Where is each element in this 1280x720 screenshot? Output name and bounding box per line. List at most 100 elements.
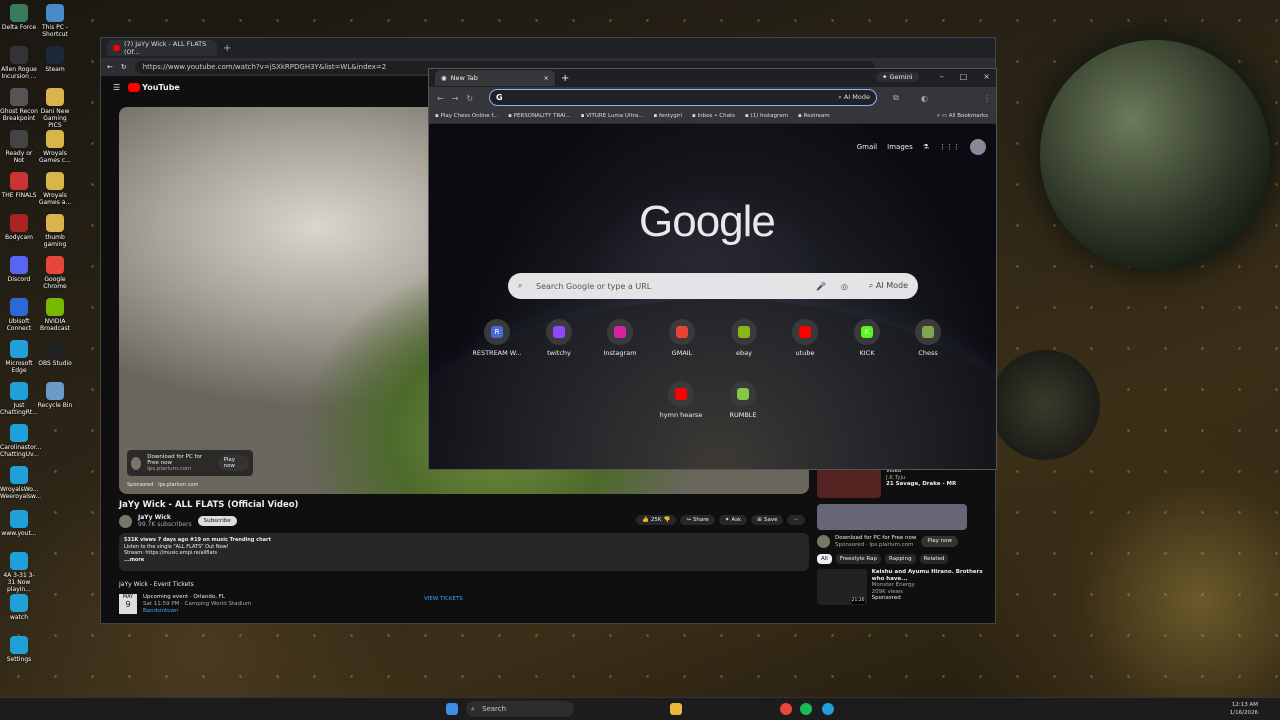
edge-icon[interactable] (822, 703, 834, 715)
search-ai-mode-button[interactable]: ⌕ AI Mode (869, 281, 908, 291)
back-arrow-icon[interactable]: ← (437, 94, 444, 103)
desktop-icon[interactable]: Steam (36, 46, 74, 73)
recommendation-item[interactable]: 21:26 Kaishu and Ayumu Hirano. Brothers … (817, 569, 987, 605)
sidebar-ad[interactable]: Download for PC for Free now Sponsored · … (817, 504, 987, 548)
thumb-down-icon[interactable]: 👎 (663, 517, 670, 523)
shortcut-tile[interactable]: RUMBLE (713, 381, 773, 419)
desktop-icon[interactable]: www.yout... (0, 510, 38, 537)
ask-button[interactable]: ✦ Ask (718, 515, 748, 525)
subscribe-button[interactable]: Subscribe (197, 516, 237, 526)
bookmark-item[interactable]: ▪ (1) Instagram (745, 113, 788, 119)
shortcut-tile[interactable]: twitchy (529, 319, 589, 357)
event-source-link[interactable]: Bandsintown (143, 608, 251, 615)
shortcut-tile[interactable]: utube (775, 319, 835, 357)
desktop-icon[interactable]: WroyalsWo... Weeroyalsw... (0, 466, 41, 500)
chrome-taskbar-icon[interactable] (780, 703, 792, 715)
apps-grid-icon[interactable]: ⋮⋮⋮ (939, 143, 960, 151)
desktop-icon[interactable]: 4A 3-31 3-31 Now playin... (0, 552, 38, 593)
bookmark-item[interactable]: ▪ Inbox • Chats (692, 113, 735, 119)
desktop-icon[interactable]: Settings (0, 636, 38, 663)
filter-chip[interactable]: Related (919, 554, 949, 564)
desktop-icon[interactable]: This PC - Shortcut (36, 4, 74, 38)
extensions-icon[interactable]: ⧉ (893, 93, 899, 103)
google-search-box[interactable]: ⌕ Search Google or type a URL 🎤 ◎ ⌕ AI M… (508, 273, 918, 299)
close-tab-icon[interactable]: × (544, 74, 549, 82)
desktop-icon[interactable]: Recycle Bin (36, 382, 74, 409)
desktop-icon[interactable]: Ubisoft Connect (0, 298, 38, 332)
sidebar-ad-play-button[interactable]: Play now (921, 536, 958, 547)
more-options-button[interactable]: ··· (787, 515, 805, 525)
camera-lens-icon[interactable]: ◎ (841, 282, 848, 291)
desktop-icon[interactable]: Wroyals Games c... (36, 130, 74, 164)
omnibox-ai-mode-button[interactable]: ⌕ AI Mode (838, 93, 870, 102)
reload-icon[interactable]: ↻ (121, 63, 127, 71)
gmail-link[interactable]: Gmail (857, 143, 877, 151)
file-explorer-icon[interactable] (670, 703, 682, 715)
desktop-icon[interactable]: OBS Studio (36, 340, 74, 367)
youtube-logo-icon[interactable] (128, 82, 141, 92)
microphone-icon[interactable]: 🎤 (816, 282, 826, 291)
minimize-icon[interactable]: – (940, 72, 944, 81)
kebab-menu-icon[interactable]: ⋮ (983, 94, 991, 103)
filter-chip[interactable]: Rapping (885, 554, 916, 564)
account-avatar[interactable] (970, 139, 986, 155)
menu-icon[interactable]: ☰ (113, 83, 120, 92)
new-tab-plus-icon[interactable]: + (561, 73, 569, 84)
chrome-tab-new-tab[interactable]: ◉ New Tab × (435, 70, 555, 86)
bookmark-item[interactable]: ▪ PERSONALITY TRAI... (508, 113, 571, 119)
desktop-icon[interactable]: Google Chrome (36, 256, 74, 290)
profile-icon[interactable]: ◐ (921, 94, 928, 103)
channel-name[interactable]: JaYy Wick (138, 514, 192, 521)
desktop-icon[interactable]: Bodycam (0, 214, 38, 241)
video-description[interactable]: 531K views 7 days ago #19 on music Trend… (119, 533, 809, 571)
shortcut-tile[interactable]: K KICK (837, 319, 897, 357)
taskbar-search[interactable]: ⌕ Search (466, 701, 574, 717)
desktop-icon[interactable]: Dani New Gaming PICS (36, 88, 74, 129)
filter-chip[interactable]: All (817, 554, 832, 564)
labs-flask-icon[interactable]: ⚗ (923, 143, 929, 151)
video-ad-overlay[interactable]: Download for PC for Free now lps.plarium… (127, 450, 253, 476)
bookmark-item[interactable]: ▪ Play Chess Online f... (435, 113, 498, 119)
recommendation-item[interactable]: Video J.K.Tyju 21 Savage, Drake - MR (817, 468, 987, 498)
close-window-icon[interactable]: × (983, 72, 990, 81)
desktop-icon[interactable]: Discord (0, 256, 38, 283)
like-button[interactable]: 👍 25K 👎 (636, 515, 677, 525)
bookmark-item[interactable]: ▪ VITURE Luma Ultra... (581, 113, 644, 119)
omnibox[interactable]: G ⌕ AI Mode (489, 89, 877, 106)
desktop-icon[interactable]: NVIDIA Broadcast (36, 298, 74, 332)
channel-avatar[interactable] (119, 514, 132, 528)
youtube-tab[interactable]: (7) JaYy Wick - ALL FLATS (Of... (107, 40, 217, 56)
forward-arrow-icon[interactable]: → (452, 94, 459, 103)
desktop-icon[interactable]: watch (0, 594, 38, 621)
all-bookmarks-button[interactable]: » ▭ All Bookmarks (937, 113, 988, 119)
spotify-icon[interactable] (800, 703, 812, 715)
system-clock[interactable]: 12:13 AM 1/16/2026 (1230, 701, 1258, 717)
new-tab-plus-icon[interactable]: + (223, 43, 231, 54)
desktop-icon[interactable]: Allen Rogue Incursion ... (0, 46, 38, 80)
desktop-icon[interactable]: Ready or Not (0, 130, 38, 164)
shortcut-tile[interactable]: R RESTREAM W... (467, 319, 527, 357)
desktop-icon[interactable]: Wroyals Games a... (36, 172, 74, 206)
desc-more[interactable]: ...more (124, 557, 804, 564)
desktop-icon[interactable]: Ghost Recon Breakpoint (0, 88, 38, 122)
gemini-button[interactable]: ✦ Gemini (876, 72, 919, 82)
desktop-icon[interactable]: Carolinastor... ChattingUv... (0, 424, 41, 458)
desktop-icon[interactable]: thumb gaming (36, 214, 74, 248)
shortcut-tile[interactable]: hymn hearse (651, 381, 711, 419)
save-button[interactable]: ⊞ Save (751, 515, 784, 525)
shortcut-tile[interactable]: ebay (714, 319, 774, 357)
shortcut-tile[interactable]: Instagram (590, 319, 650, 357)
desktop-icon[interactable]: Just ChattingRt... (0, 382, 38, 416)
images-link[interactable]: Images (887, 143, 913, 151)
shortcut-tile[interactable]: GMAIL (652, 319, 712, 357)
back-arrow-icon[interactable]: ← (107, 63, 113, 71)
start-windows-icon[interactable] (446, 703, 458, 715)
desktop-icon[interactable]: THE FINALS (0, 172, 38, 199)
maximize-icon[interactable]: □ (960, 72, 968, 81)
share-button[interactable]: ↪ Share (680, 515, 715, 525)
bookmark-item[interactable]: ▪ fentygirl (654, 113, 683, 119)
desktop-icon[interactable]: Delta Force (0, 4, 38, 31)
ad-play-now-button[interactable]: Play now (217, 455, 249, 471)
bookmark-item[interactable]: ▪ Restream (798, 113, 830, 119)
view-tickets-link[interactable]: VIEW TICKETS (424, 596, 463, 602)
